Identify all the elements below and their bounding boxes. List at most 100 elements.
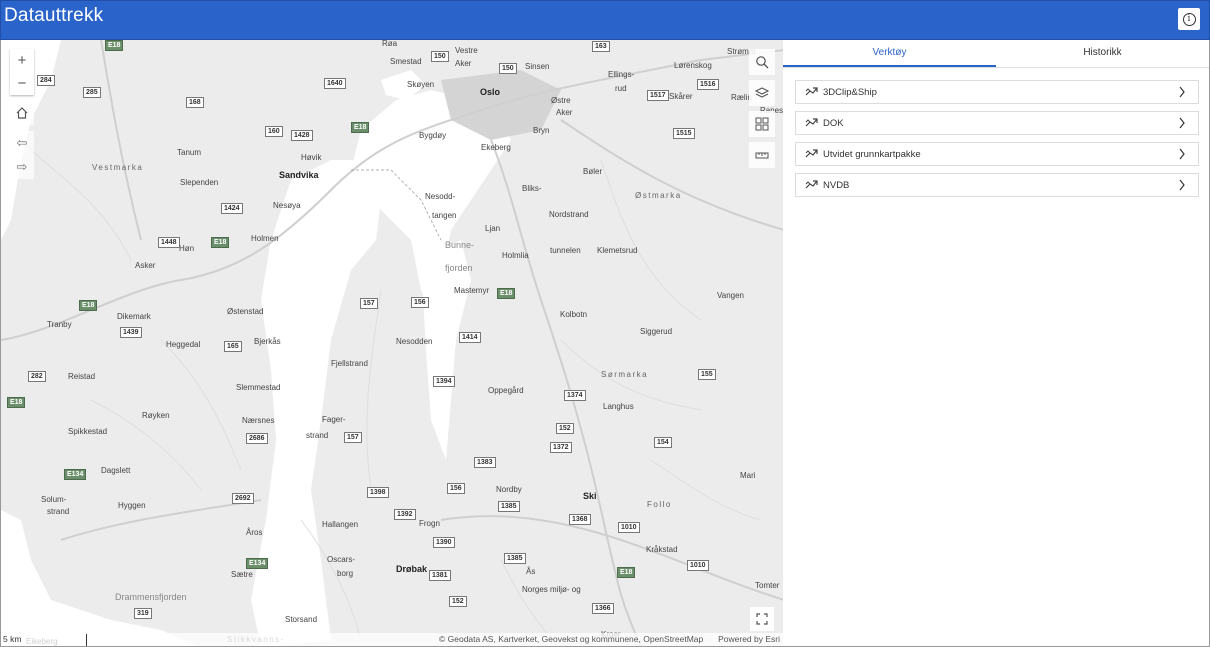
info-icon: i (1182, 12, 1196, 26)
road-shield: 1414 (459, 332, 481, 343)
place-label: Slependen (180, 178, 219, 187)
tool-item-dok[interactable]: DOK (795, 111, 1199, 135)
place-label: Hyggen (118, 501, 146, 510)
tool-item-3dclipship[interactable]: 3DClip&Ship (795, 80, 1199, 104)
road-shield: 1368 (569, 514, 591, 525)
tool-item-label: DOK (823, 117, 844, 129)
road-shield: 1516 (697, 79, 719, 90)
road-shield: 152 (449, 596, 467, 607)
road-shield: 165 (224, 341, 242, 352)
tool-item-nvdb[interactable]: NVDB (795, 173, 1199, 197)
forward-extent-button[interactable]: ⇨ (10, 155, 34, 179)
info-button[interactable]: i (1178, 8, 1200, 30)
road-shield: 157 (344, 432, 362, 443)
chevron-right-icon (1179, 179, 1185, 191)
place-label: Holmen (251, 234, 279, 243)
place-label: Slemmestad (236, 383, 281, 392)
road-shield: 1383 (474, 457, 496, 468)
app-header: Datauttrekk i (0, 0, 1210, 40)
road-shield: 1381 (429, 570, 451, 581)
road-shield: E18 (211, 237, 230, 248)
place-label: Sinsen (525, 62, 550, 71)
road-shield: 1385 (504, 553, 526, 564)
place-label: Østenstad (227, 307, 264, 316)
tab-verktoy[interactable]: Verktøy (783, 40, 996, 67)
back-extent-button[interactable]: ⇦ (10, 131, 34, 155)
layers-button[interactable] (749, 80, 775, 106)
measure-button[interactable] (749, 142, 775, 168)
place-label: Nordstrand (549, 210, 589, 219)
place-label: Sandvika (279, 170, 319, 180)
map-tools (749, 49, 775, 173)
map-basemap[interactable] (1, 40, 783, 647)
powered-by-esri[interactable]: Powered by Esri (718, 634, 780, 644)
place-label: Aker (556, 108, 573, 117)
panel-tabs: Verktøy Historikk (783, 40, 1209, 68)
place-label: Drøbak (396, 564, 428, 574)
place-label: Storsand (285, 615, 318, 624)
fullscreen-button[interactable] (750, 607, 774, 631)
road-shield: 152 (556, 423, 574, 434)
chevron-right-icon (1179, 86, 1185, 98)
attribution-text: © Geodata AS, Kartverket, Geovekst og ko… (439, 634, 704, 644)
place-label: Aker (455, 59, 472, 68)
place-label: Nesodden (396, 337, 433, 346)
tab-historikk[interactable]: Historikk (996, 40, 1209, 67)
place-label: Siggerud (640, 327, 673, 336)
place-label: Nordby (496, 485, 522, 494)
road-shield: 2692 (232, 493, 254, 504)
place-label: tangen (432, 211, 457, 220)
place-label: Mari (740, 471, 756, 480)
place-label: Lørenskog (674, 61, 712, 70)
place-label: Asker (135, 261, 156, 270)
place-label: Ski (583, 491, 597, 501)
place-label: Østmarka (635, 191, 682, 200)
place-label: Røa (382, 40, 398, 48)
basemap-gallery-icon (755, 117, 769, 131)
tool-item-utvidet-grunnkartpakke[interactable]: Utvidet grunnkartpakke (795, 142, 1199, 166)
place-label: Mastemyr (454, 286, 490, 295)
arrow-left-icon: ⇦ (16, 135, 28, 150)
road-shield: E18 (105, 40, 124, 51)
extract-icon (805, 118, 818, 127)
road-shield: 1010 (618, 522, 640, 533)
road-shield: 156 (447, 483, 465, 494)
fullscreen-icon (756, 613, 768, 625)
map-view[interactable]: Oslo Sandvika Drøbak Ski Røa Vestre Aker Smesta… (0, 40, 783, 647)
place-label: Tanum (177, 148, 202, 157)
road-shield: 1374 (564, 390, 586, 401)
place-label: Vestmarka (92, 163, 144, 172)
place-label: Frogn (419, 519, 440, 528)
chevron-right-icon (1179, 148, 1185, 160)
place-label: Holmlia (502, 251, 529, 260)
search-button[interactable] (749, 49, 775, 75)
road-shield: 157 (360, 298, 378, 309)
place-label: Nesodd- (425, 192, 456, 201)
basemap-gallery-button[interactable] (749, 111, 775, 137)
place-label: Skøyen (407, 80, 435, 89)
road-shield: 1394 (433, 376, 455, 387)
scale-bar: 5 km (3, 634, 87, 646)
home-button[interactable] (10, 101, 34, 125)
place-label: Oppegård (488, 386, 524, 395)
place-label: Høvik (301, 153, 322, 162)
place-label: Spikkestad (68, 427, 108, 436)
layers-icon (755, 87, 769, 98)
place-label: Tranby (47, 320, 72, 329)
road-shield: E134 (64, 469, 87, 480)
road-shield: 160 (265, 126, 283, 137)
road-shield: 1428 (291, 130, 313, 141)
place-label: Bliks- (522, 184, 542, 193)
zoom-out-button[interactable]: − (10, 72, 34, 95)
road-shield: 285 (83, 87, 101, 98)
home-icon (16, 107, 28, 119)
zoom-in-button[interactable]: + (10, 49, 34, 72)
place-label: Bryn (533, 126, 550, 135)
road-shield: 156 (411, 297, 429, 308)
place-label: Norges miljø- og (522, 585, 581, 594)
place-label: Sætre (231, 570, 253, 579)
place-label: Bunne- (445, 240, 475, 250)
place-label: Heggedal (166, 340, 201, 349)
road-shield: E18 (7, 397, 26, 408)
place-label: Oscars- (327, 555, 355, 564)
